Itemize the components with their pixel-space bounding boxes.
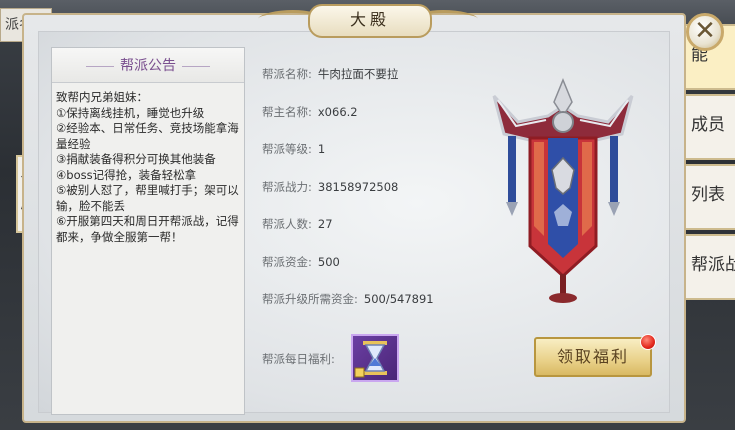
notification-dot [640,334,656,350]
benefit-item[interactable] [351,334,399,382]
leader-value: x066.2 [317,105,358,119]
close-icon: ✕ [694,16,716,46]
tab-guild-war[interactable]: 帮派战 [683,234,735,300]
leader-label: 帮主名称: [262,105,312,119]
guild-banner-icon [492,78,634,303]
upgrade-row: 帮派升级所需资金: 500/547891 [262,291,434,307]
members-value: 27 [317,217,333,231]
power-value: 38158972508 [317,180,399,194]
side-tabs: 能 成员 列表 帮派战 [683,24,735,304]
level-label: 帮派等级: [262,142,312,156]
notice-header: 帮派公告 [52,48,244,83]
notice-body: 致帮内兄弟姐妹： ①保持离线挂机，睡觉也升级 ②经验本、日常任务、竞技场能拿海量… [56,90,240,245]
leader-row: 帮主名称: x066.2 [262,104,358,120]
upgrade-value: 500/547891 [363,292,434,306]
title-plate: 大殿 [253,4,483,38]
tab-members[interactable]: 成员 [683,94,735,160]
members-label: 帮派人数: [262,217,312,231]
close-button[interactable]: ✕ [686,13,724,51]
daily-benefit-label: 帮派每日福利: [262,352,335,366]
notice-line: ⑤被别人怼了，帮里喊打手；架可以输，脸不能丢 [56,183,239,213]
notice-title: 帮派公告 [52,48,244,84]
claim-benefit-button[interactable]: 领取福利 [534,337,652,377]
hourglass-icon [354,341,387,378]
guild-notice: 帮派公告 致帮内兄弟姐妹： ①保持离线挂机，睡觉也升级 ②经验本、日常任务、竞技… [51,47,245,415]
members-row: 帮派人数: 27 [262,216,333,232]
power-row: 帮派战力: 38158972508 [262,179,398,195]
funds-row: 帮派资金: 500 [262,254,340,270]
tab-list[interactable]: 列表 [683,164,735,230]
power-label: 帮派战力: [262,180,312,194]
level-row: 帮派等级: 1 [262,141,325,157]
funds-value: 500 [317,255,340,269]
window-title: 大殿 [308,4,432,38]
guild-name-value: 牛肉拉面不要拉 [317,67,399,81]
upgrade-label: 帮派升级所需资金: [262,292,358,306]
guild-name-row: 帮派名称: 牛肉拉面不要拉 [262,66,398,82]
notice-line: ⑥开服第四天和周日开帮派战，记得都来，争做全服第一帮！ [56,214,239,244]
guild-name-label: 帮派名称: [262,67,312,81]
notice-line: ②经验本、日常任务、竞技场能拿海量经验 [56,121,239,151]
funds-label: 帮派资金: [262,255,312,269]
notice-line: ③捐献装备得积分可换其他装备 [56,152,216,166]
notice-line: 致帮内兄弟姐妹： [56,90,148,104]
notice-line: ①保持离线挂机，睡觉也升级 [56,105,205,120]
level-value: 1 [317,142,326,156]
notice-line: ④boss记得抢，装备轻松拿 [56,167,197,182]
